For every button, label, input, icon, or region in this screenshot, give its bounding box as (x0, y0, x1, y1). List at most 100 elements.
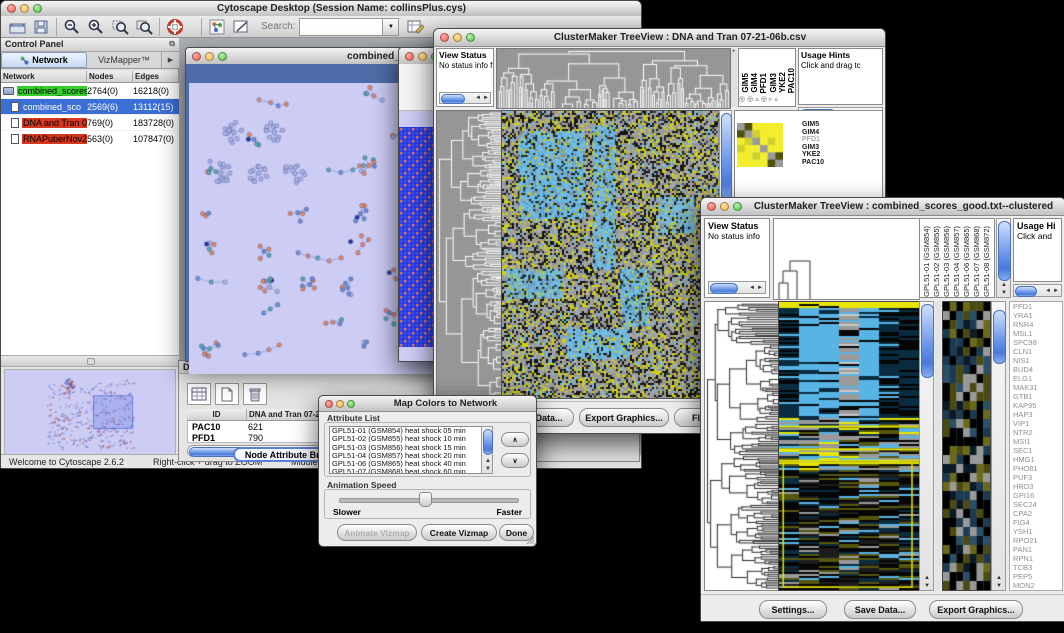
scroll-up-icon[interactable]: ▲ (485, 458, 491, 464)
network-row[interactable]: DNA and Tran 07 769(0) 183728(0) (1, 115, 179, 131)
tv1-gene-label[interactable]: GIM5 (802, 121, 862, 129)
tv2-column-label[interactable]: GPL51-02 (GSM855) (932, 226, 941, 297)
zoom-window-icon[interactable] (33, 4, 42, 13)
close-icon[interactable] (192, 52, 201, 61)
tv2-zoom-heatmap[interactable] (942, 301, 991, 591)
zoom-window-icon[interactable] (347, 400, 355, 408)
scroll-right-icon[interactable]: ► (1053, 288, 1059, 294)
scroll-left-icon[interactable]: ◄ (475, 95, 481, 101)
tv2-gene-label[interactable]: KAP95 (1013, 401, 1062, 410)
splitter-grip-icon[interactable] (87, 358, 95, 365)
zoom-window-icon[interactable] (466, 33, 475, 42)
attribute-list-item[interactable]: GPL51-02 (GSM855) heat shock 10 min (330, 435, 492, 443)
dialog-titlebar[interactable]: Map Colors to Network (319, 396, 536, 412)
tv2-status-hscrollbar[interactable]: ◄ ► (708, 281, 766, 294)
zoom-fit-icon[interactable] (134, 18, 154, 36)
network-row[interactable]: combined_sco 2569(6) 13112(15) (1, 99, 179, 115)
tv2-gene-label[interactable]: PUF3 (1013, 473, 1062, 482)
float-panel-icon[interactable]: ⧉ (169, 39, 175, 49)
tv2-gene-label[interactable]: PFD1 (1013, 302, 1062, 311)
scroll-down-icon[interactable]: ▼ (924, 583, 930, 589)
tab-overflow-arrow[interactable]: ▶ (161, 52, 179, 68)
tv2-gene-label[interactable]: RNR4 (1013, 320, 1062, 329)
attribute-list-item[interactable]: GPL51-07 (GSM868) heat shock 60 min (330, 468, 492, 474)
close-icon[interactable] (325, 400, 333, 408)
tv2-column-label[interactable]: GPL51-08 (GSM872) (982, 226, 991, 297)
zoom-out-icon[interactable] (62, 18, 82, 36)
attribute-list-item[interactable]: GPL51-03 (GSM856) heat shock 15 min (330, 444, 492, 452)
close-icon[interactable] (707, 202, 716, 211)
tv2-gene-label[interactable]: HRD3 (1013, 482, 1062, 491)
tv2-gene-label[interactable]: GPI16 (1013, 491, 1062, 500)
dense-cluster-canvas[interactable] (399, 127, 435, 347)
zoom-window-icon[interactable] (733, 202, 742, 211)
zoom-selected-icon[interactable] (110, 18, 130, 36)
minimize-icon[interactable] (720, 202, 729, 211)
network-row[interactable]: combined_scores 2764(0) 16218(0) (1, 83, 179, 99)
tv1-mini-heatmap[interactable] (737, 123, 783, 167)
window-controls[interactable] (7, 4, 42, 13)
tv2-zoom-vscrollbar[interactable]: ▲ ▼ (991, 301, 1006, 591)
tv2-gene-label[interactable]: RPO21 (1013, 536, 1062, 545)
col-header-nodes[interactable]: Nodes (87, 71, 133, 83)
main-titlebar[interactable]: Cytoscape Desktop (Session Name: collins… (1, 1, 641, 17)
tv2-column-label[interactable]: GPL51-03 (GSM856) (942, 226, 951, 297)
close-icon[interactable] (405, 52, 414, 61)
tv2-gene-label[interactable]: PAN1 (1013, 545, 1062, 554)
col-header-edges[interactable]: Edges (133, 71, 179, 83)
scroll-left-icon[interactable]: ◄ (749, 285, 755, 291)
scroll-right-icon[interactable]: ► (757, 285, 763, 291)
move-up-button[interactable]: ∧ (501, 432, 529, 447)
treeview1-titlebar[interactable]: ClusterMaker TreeView : DNA and Tran 07-… (434, 29, 885, 47)
scrollbar-thumb[interactable] (1015, 286, 1037, 297)
scroll-down-icon[interactable]: ▼ (485, 466, 491, 472)
minimize-icon[interactable] (20, 4, 29, 13)
animate-vizmap-button[interactable]: Animate Vizmap (337, 524, 417, 541)
tv2-vscrollbar[interactable]: ▲ ▼ (919, 301, 934, 591)
tv2-gene-label[interactable]: SPC98 (1013, 338, 1062, 347)
tv2-column-dendrogram[interactable] (773, 218, 920, 300)
tv2-settings-button[interactable]: Settings... (759, 600, 827, 619)
tv2-gene-label[interactable]: SEC24 (1013, 500, 1062, 509)
annotation-icon[interactable] (231, 18, 251, 36)
network-overview-canvas[interactable] (4, 369, 176, 457)
tv1-heatmap-canvas[interactable] (501, 110, 720, 399)
scroll-down-icon[interactable]: ▼ (1001, 290, 1007, 296)
help-lifering-icon[interactable] (165, 18, 185, 36)
tv2-gene-label[interactable]: ELG1 (1013, 374, 1062, 383)
move-down-button[interactable]: ∨ (501, 453, 529, 468)
tv2-gene-label[interactable]: YSH1 (1013, 527, 1062, 536)
tv2-gene-label[interactable]: VIP1 (1013, 419, 1062, 428)
tv2-gene-label[interactable]: MON2 (1013, 581, 1062, 590)
minimize-icon[interactable] (418, 52, 427, 61)
tv2-top-vscrollbar[interactable]: ▲ ▼ (996, 218, 1011, 298)
tv2-row-dendrogram[interactable] (704, 301, 779, 591)
attribute-list-item[interactable]: GPL51-01 (GSM854) heat shock 05 min (330, 427, 492, 435)
tv1-export-graphics-button[interactable]: Export Graphics... (579, 408, 669, 427)
tv2-gene-label[interactable]: MAK31 (1013, 383, 1062, 392)
tv2-gene-label[interactable]: YRA1 (1013, 311, 1062, 320)
tv1-gene-label[interactable]: GIM3 (802, 144, 862, 152)
scroll-up-icon[interactable]: ▲ (996, 575, 1002, 581)
tv1-gene-label[interactable]: PAC10 (802, 159, 862, 167)
delete-trash-icon[interactable] (243, 383, 267, 405)
scroll-right-icon[interactable]: ► (483, 95, 489, 101)
tv2-divider[interactable] (935, 301, 941, 591)
search-dropdown-icon[interactable]: ▼ (383, 18, 399, 36)
attribute-listbox[interactable]: GPL51-01 (GSM854) heat shock 05 minGPL51… (329, 426, 493, 474)
create-vizmap-button[interactable]: Create Vizmap (421, 524, 497, 541)
zoom-window-icon[interactable] (218, 52, 227, 61)
panel-splitter[interactable] (1, 355, 179, 367)
col-header-network[interactable]: Network (1, 71, 87, 83)
attribute-list-scrollbar[interactable]: ▲ ▼ (481, 426, 493, 474)
tv2-gene-label[interactable]: SEC1 (1013, 446, 1062, 455)
tv1-gene-label[interactable]: YKE2 (802, 151, 862, 159)
tv1-status-hscrollbar[interactable]: ◄ ► (439, 92, 491, 104)
save-icon[interactable] (31, 18, 51, 36)
scrollbar-thumb[interactable] (483, 429, 493, 455)
minimize-icon[interactable] (336, 400, 344, 408)
tv2-gene-label[interactable]: FIG4 (1013, 518, 1062, 527)
network-nodes-icon[interactable] (207, 18, 227, 36)
tv2-column-label[interactable]: GPL51-04 (GSM857) (952, 226, 961, 297)
tv2-gene-label[interactable]: HAP3 (1013, 410, 1062, 419)
